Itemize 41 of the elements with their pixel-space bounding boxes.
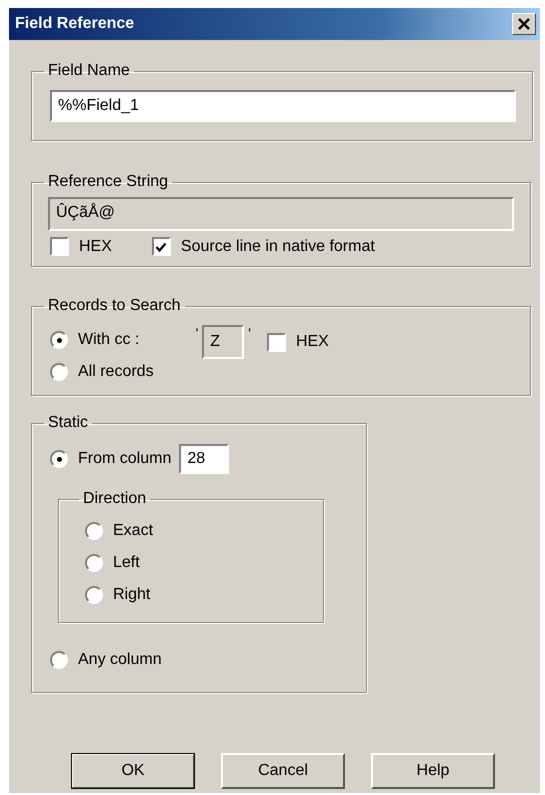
- radio-button[interactable]: All records: [50, 359, 154, 385]
- radio-circle[interactable]: [85, 522, 103, 540]
- group-label: Direction: [82, 490, 148, 508]
- radio-label: Right: [113, 586, 150, 604]
- radio-button[interactable]: Exact: [85, 518, 323, 544]
- quote-mark: ': [194, 325, 200, 341]
- group-label: Field Name: [47, 62, 131, 80]
- checkbox-label: HEX: [79, 238, 112, 256]
- close-icon: [517, 17, 531, 31]
- radio-circle[interactable]: [50, 651, 68, 669]
- quote-mark: ': [247, 325, 252, 341]
- radio-circle[interactable]: [50, 331, 68, 349]
- group-label: Static: [47, 414, 90, 432]
- radio-button[interactable]: Right: [85, 582, 323, 608]
- dialog-button[interactable]: OK: [71, 753, 195, 789]
- radio-button[interactable]: From column: [50, 446, 172, 472]
- radio-label: Any column: [78, 651, 162, 669]
- dialog-button[interactable]: Cancel: [221, 753, 345, 789]
- dialog-button[interactable]: Help: [371, 753, 495, 789]
- window-title: Field Reference: [15, 15, 134, 33]
- radio-circle[interactable]: [50, 363, 68, 381]
- checkbox[interactable]: HEX: [266, 332, 329, 352]
- radio-button[interactable]: With cc :: [50, 327, 154, 353]
- close-button[interactable]: [512, 13, 536, 35]
- radio-label: Left: [113, 554, 140, 572]
- radio-button[interactable]: Left: [85, 550, 323, 576]
- radio-label: All records: [78, 363, 154, 381]
- radio-circle[interactable]: [85, 554, 103, 572]
- radio-label: From column: [78, 450, 172, 468]
- checkbox-box[interactable]: [266, 332, 286, 352]
- radio-button[interactable]: Any column: [50, 647, 162, 673]
- checkbox-label: HEX: [296, 333, 329, 351]
- radio-label: Exact: [113, 522, 154, 540]
- group-label: Records to Search: [47, 297, 182, 315]
- radio-circle[interactable]: [50, 450, 68, 468]
- checkbox-label: Source line in native format: [180, 238, 375, 256]
- group-label: Reference String: [47, 173, 170, 191]
- radio-circle[interactable]: [85, 586, 103, 604]
- column-input[interactable]: 28: [179, 444, 230, 474]
- radio-label: With cc :: [78, 331, 140, 349]
- field-name-input[interactable]: %%Field_1: [50, 90, 516, 122]
